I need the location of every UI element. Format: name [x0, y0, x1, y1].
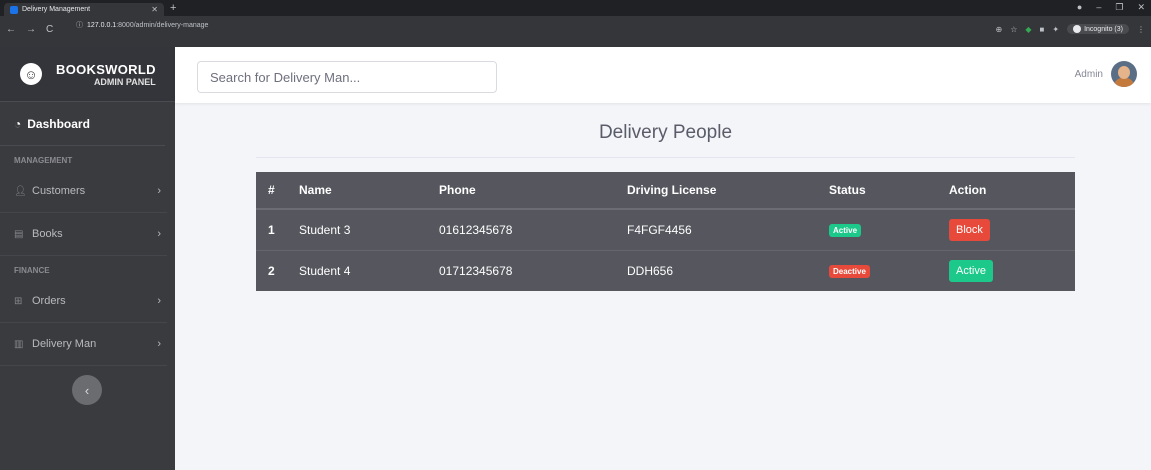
activate-button[interactable]: Active: [949, 259, 993, 282]
close-tab-icon[interactable]: ✕: [151, 5, 158, 14]
topbar: Admin: [175, 47, 1151, 103]
dashboard-icon: ◔: [14, 116, 22, 131]
action-cell: Block: [949, 208, 1075, 250]
brand-subtitle: ADMIN PANEL: [93, 76, 156, 87]
favicon-icon: [10, 5, 18, 14]
sidebar-item-label: Dashboard: [27, 116, 90, 131]
tab-title: Delivery Management: [22, 6, 91, 13]
incognito-label: Incognito (3): [1084, 25, 1123, 33]
url-field[interactable]: ⓘ 127.0.0.1:8000/admin/delivery-manage: [76, 20, 208, 30]
user-name: Admin: [1074, 68, 1103, 80]
table-header-row: # Name Phone Driving License Status Acti…: [256, 172, 1075, 210]
search-input[interactable]: [197, 61, 497, 93]
puzzle-icon[interactable]: ✦: [1052, 25, 1059, 34]
extension-bar: ⊕ ☆ ◆ ■ ✦ Incognito (3) ⋮: [996, 24, 1145, 34]
url-host: 127.0.0.1: [87, 21, 117, 29]
browser-tab-strip: Delivery Management ✕ + ● – ❐ ✕: [0, 0, 1151, 16]
nav-buttons: ← → C: [6, 24, 53, 35]
close-window-icon[interactable]: ✕: [1137, 2, 1145, 13]
extension-icon[interactable]: ■: [1040, 25, 1045, 34]
row-name: Student 4: [299, 249, 439, 291]
sidebar-item-books[interactable]: ▤ Books ›: [0, 213, 167, 256]
avatar-face: [1118, 66, 1130, 79]
avatar-body: [1114, 78, 1134, 87]
section-label-management: MANAGEMENT: [14, 156, 73, 165]
avatar: [1111, 61, 1137, 87]
page-title: Delivery People: [598, 122, 733, 143]
section-label-finance: FINANCE: [14, 266, 50, 275]
divider: [256, 157, 1075, 158]
sidebar-item-delivery-man[interactable]: ▥ Delivery Man ›: [0, 323, 167, 366]
book-icon: ▤: [14, 228, 24, 240]
brand[interactable]: ☺ BOOKSWORLD ADMIN PANEL: [0, 47, 175, 102]
user-menu[interactable]: Admin: [1075, 61, 1137, 87]
column-header: Status: [829, 172, 949, 210]
sidebar-item-orders[interactable]: ⊞ Orders ›: [0, 280, 167, 323]
laugh-icon: ☺: [20, 63, 42, 85]
address-bar: ← → C ⓘ 127.0.0.1:8000/admin/delivery-ma…: [0, 16, 1151, 47]
status-badge: Deactive: [829, 265, 870, 279]
column-header: #: [256, 172, 299, 210]
minimize-icon[interactable]: –: [1096, 2, 1101, 13]
column-header: Phone: [439, 172, 627, 210]
column-header: Name: [299, 172, 439, 210]
chevron-right-icon: ›: [157, 185, 161, 197]
forward-icon[interactable]: →: [26, 24, 36, 35]
row-license: DDH656: [627, 249, 829, 291]
star-icon[interactable]: ☆: [1010, 25, 1017, 34]
chevron-right-icon: ›: [157, 228, 161, 240]
chart-icon: ▥: [14, 338, 24, 350]
column-header: Driving License: [627, 172, 829, 210]
chevron-right-icon: ›: [157, 295, 161, 307]
status-badge: Active: [829, 224, 862, 238]
chevron-right-icon: ›: [157, 338, 161, 350]
sidebar-item-label: Books: [32, 228, 63, 240]
incognito-badge[interactable]: Incognito (3): [1067, 24, 1129, 34]
user-icon: 👤︎: [14, 185, 27, 197]
table-row: 1 Student 3 01612345678 F4FGF4456 Active…: [256, 208, 1075, 250]
status-cell: Deactive: [829, 249, 949, 291]
brand-title: BOOKSWORLD: [56, 61, 156, 77]
new-tab-icon[interactable]: +: [170, 2, 176, 14]
action-cell: Active: [949, 249, 1075, 291]
delivery-table: # Name Phone Driving License Status Acti…: [256, 172, 1075, 291]
sidebar-item-label: Customers: [32, 185, 86, 197]
sidebar: ☺ BOOKSWORLD ADMIN PANEL ◔ Dashboard MAN…: [0, 47, 175, 470]
table-row: 2 Student 4 01712345678 DDH656 Deactive …: [256, 249, 1075, 291]
extension-icon[interactable]: ◆: [1025, 25, 1031, 34]
back-icon[interactable]: ←: [6, 24, 16, 35]
status-cell: Active: [829, 208, 949, 250]
brand-text: BOOKSWORLD ADMIN PANEL: [56, 62, 156, 87]
row-number: 2: [256, 249, 299, 291]
sidebar-item-label: Orders: [32, 295, 66, 307]
block-button[interactable]: Block: [949, 218, 990, 241]
row-phone: 01612345678: [439, 208, 627, 250]
sidebar-item-label: Delivery Man: [32, 338, 97, 350]
info-icon: ⓘ: [76, 22, 83, 29]
zoom-icon[interactable]: ⊕: [996, 25, 1003, 34]
row-license: F4FGF4456: [627, 208, 829, 250]
column-header: Action: [949, 172, 1075, 210]
sidebar-item-dashboard[interactable]: ◔ Dashboard: [0, 102, 165, 146]
restore-icon[interactable]: ❐: [1115, 2, 1123, 13]
record-icon[interactable]: ●: [1077, 2, 1082, 13]
reload-icon[interactable]: C: [46, 24, 53, 35]
row-number: 1: [256, 208, 299, 250]
url-path: :8000/admin/delivery-manage: [116, 21, 209, 29]
sidebar-toggle-button[interactable]: ‹: [72, 375, 102, 405]
row-phone: 01712345678: [439, 249, 627, 291]
sidebar-item-customers[interactable]: 👤︎ Customers ›: [0, 170, 167, 213]
browser-tab[interactable]: Delivery Management ✕: [4, 3, 164, 16]
window-controls: ● – ❐ ✕: [1077, 2, 1145, 13]
table-icon: ⊞: [14, 295, 23, 307]
incognito-icon: [1073, 25, 1082, 33]
menu-icon[interactable]: ⋮: [1137, 25, 1145, 34]
row-name: Student 3: [299, 208, 439, 250]
